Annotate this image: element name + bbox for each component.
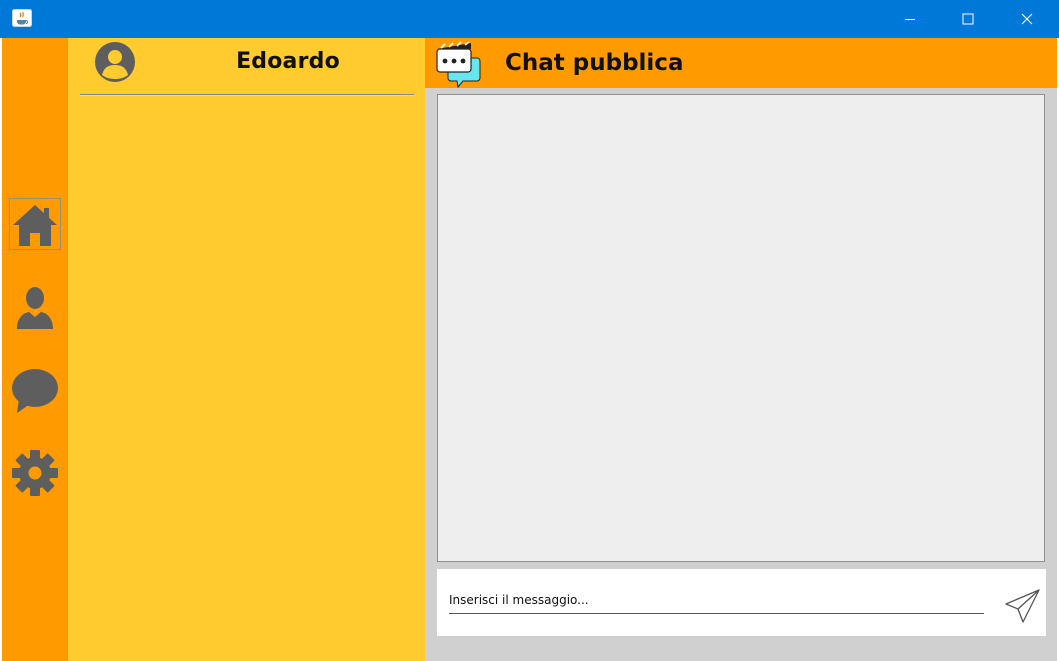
close-button[interactable] [1004, 0, 1050, 38]
clapperboard-chat-icon [435, 40, 481, 89]
chat-header: Chat pubblica [425, 38, 1057, 89]
nav-settings-button[interactable] [9, 447, 61, 499]
nav-rail [2, 38, 68, 661]
gear-icon [12, 450, 58, 496]
user-name: Edoardo [236, 49, 340, 74]
send-button[interactable] [1003, 586, 1043, 626]
nav-profile-button[interactable] [9, 282, 61, 334]
home-icon [13, 205, 57, 246]
minimize-icon [905, 19, 915, 20]
user-icon [17, 287, 53, 329]
app-frame: Edoardo Chat pubblica [2, 38, 1057, 661]
chat-bubble-icon [12, 369, 58, 413]
nav-chat-button[interactable] [9, 365, 61, 417]
window-titlebar[interactable] [0, 0, 1059, 38]
minimize-button[interactable] [887, 0, 933, 38]
chat-area: Chat pubblica [425, 38, 1057, 661]
user-panel: Edoardo [68, 38, 425, 661]
nav-home-button[interactable] [9, 198, 61, 250]
chat-title: Chat pubblica [505, 50, 684, 76]
message-input[interactable] [449, 586, 984, 614]
java-cup-icon [12, 9, 32, 27]
user-divider [80, 94, 414, 96]
paper-plane-icon [1005, 589, 1040, 623]
user-avatar-icon[interactable] [95, 42, 135, 82]
maximize-button[interactable] [945, 0, 991, 38]
close-icon [1021, 13, 1033, 25]
messages-area[interactable] [437, 94, 1045, 562]
compose-bar [437, 569, 1046, 636]
maximize-icon [962, 13, 974, 25]
